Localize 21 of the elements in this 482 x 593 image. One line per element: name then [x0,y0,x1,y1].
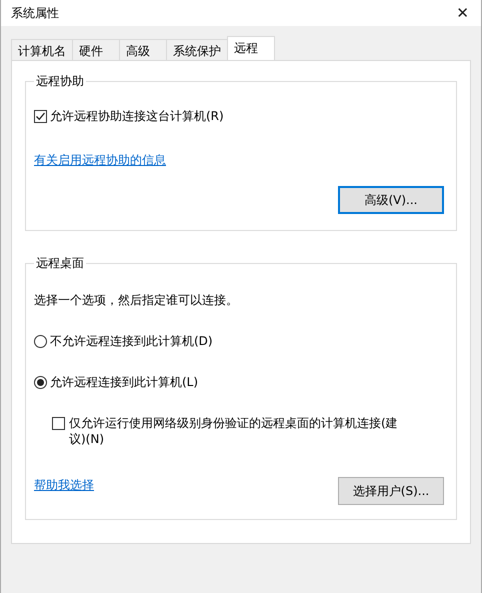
tab[interactable]: 计算机名 [11,39,73,60]
close-button[interactable]: ✕ [454,4,471,22]
help-link[interactable]: 帮助我选择 [34,477,94,494]
checkbox-label: 允许远程协助连接这台计算机(R) [50,108,224,125]
radio-button[interactable] [34,335,47,348]
advanced-button[interactable]: 高级(V)... [338,186,444,214]
radio-label: 允许远程连接到此计算机(L) [50,374,198,391]
description-text: 选择一个选项，然后指定谁可以连接。 [34,292,239,309]
window-title: 系统属性 [11,4,59,22]
checkbox[interactable] [34,110,47,123]
select-users-button[interactable]: 选择用户(S)... [338,477,444,505]
tab[interactable]: 远程 [227,36,275,60]
info-link[interactable]: 有关启用远程协助的信息 [34,152,166,169]
tab[interactable]: 硬件 [72,39,120,60]
radio-button[interactable] [34,376,47,389]
checkbox-label: 仅允许运行使用网络级别身份验证的远程桌面的计算机连接(建议)(N) [69,415,399,447]
group-title: 远程桌面 [35,255,85,272]
checkbox[interactable] [52,417,65,430]
group-title: 远程协助 [35,73,85,90]
radio-label: 不允许远程连接到此计算机(D) [50,333,213,350]
tab[interactable]: 系统保护 [166,39,228,60]
